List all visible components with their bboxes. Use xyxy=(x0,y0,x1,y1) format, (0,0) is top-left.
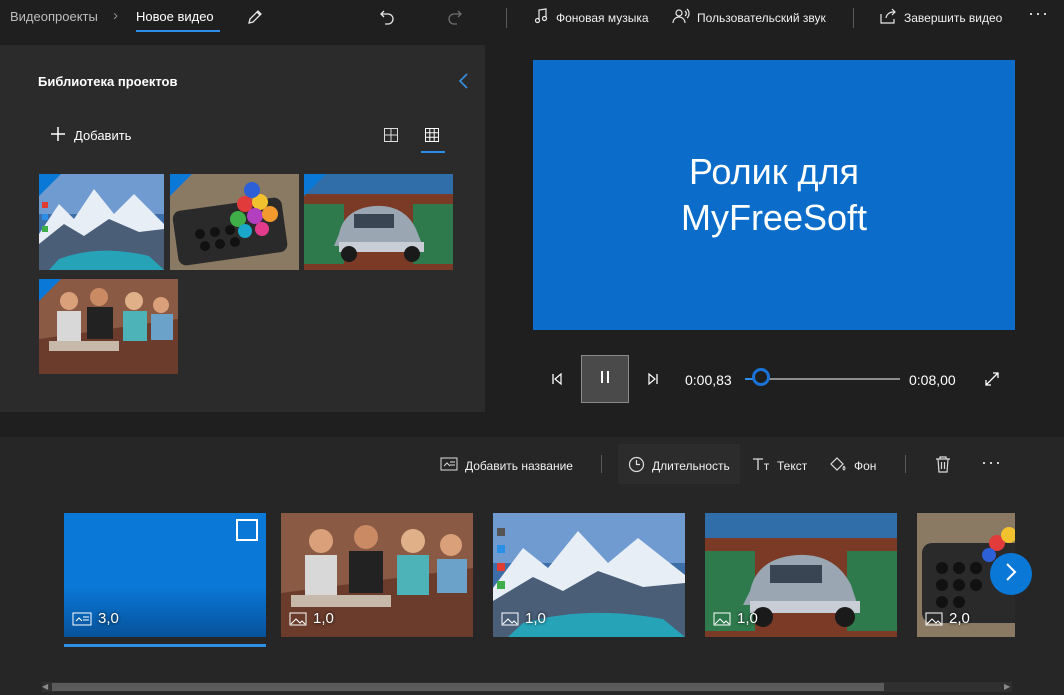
breadcrumb-video-projects[interactable]: Видеопроекты xyxy=(10,9,98,24)
card-duration: 1,0 xyxy=(525,610,546,627)
background-button[interactable]: Фон xyxy=(830,457,876,475)
title-card-icon xyxy=(440,457,458,474)
preview-title-text: Ролик для MyFreeSoft xyxy=(680,151,868,238)
add-title-card-button[interactable]: Добавить название xyxy=(440,457,573,474)
breadcrumb-current-project: Новое видео xyxy=(136,9,214,24)
text-icon xyxy=(752,457,770,474)
toolbar-separator xyxy=(506,8,507,28)
scroll-left-icon[interactable]: ◀ xyxy=(42,682,48,691)
share-icon xyxy=(880,8,897,27)
image-icon xyxy=(289,612,307,626)
duration-label: Длительность xyxy=(652,459,730,473)
total-time: 0:08,00 xyxy=(909,372,956,388)
seek-slider-thumb[interactable] xyxy=(752,368,771,386)
paint-bucket-icon xyxy=(830,457,847,475)
storyboard-card-mountains[interactable]: 1,0 xyxy=(493,513,685,637)
fullscreen-icon[interactable] xyxy=(984,371,1000,392)
breadcrumb-active-underline xyxy=(136,30,220,32)
library-title: Библиотека проектов xyxy=(38,74,178,89)
media-type-corner xyxy=(39,174,61,196)
card-duration: 1,0 xyxy=(313,610,334,627)
current-time: 0:00,83 xyxy=(685,372,732,388)
breadcrumb-chevron-icon: › xyxy=(113,7,118,24)
image-icon xyxy=(925,612,943,626)
plus-icon xyxy=(50,126,66,145)
card-select-checkbox[interactable] xyxy=(236,519,258,541)
media-type-corner xyxy=(170,174,192,196)
play-pause-button[interactable] xyxy=(581,355,629,403)
finish-video-label: Завершить видео xyxy=(904,10,1003,25)
clock-icon xyxy=(628,456,645,476)
video-preview: Ролик для MyFreeSoft xyxy=(533,60,1015,330)
card-duration-badge: 1,0 xyxy=(501,610,546,627)
storyboard-more-icon[interactable]: ··· xyxy=(981,452,1002,473)
library-item-people[interactable] xyxy=(39,279,178,374)
text-label: Текст xyxy=(777,458,808,473)
storyboard-card-old-car[interactable]: 1,0 xyxy=(705,513,897,637)
toolbar-separator xyxy=(601,455,602,473)
media-type-corner xyxy=(39,279,61,301)
scroll-next-button[interactable] xyxy=(990,553,1032,595)
music-note-icon xyxy=(533,8,549,27)
add-media-label: Добавить xyxy=(74,128,132,143)
finish-video-button[interactable]: Завершить видео xyxy=(880,8,1002,27)
add-title-card-label: Добавить название xyxy=(465,458,573,473)
library-item-old-car[interactable] xyxy=(304,174,453,270)
library-item-beads[interactable] xyxy=(170,174,299,270)
custom-audio-button[interactable]: Пользовательский звук xyxy=(672,8,826,27)
person-audio-icon xyxy=(672,8,690,27)
redo-icon[interactable] xyxy=(446,8,464,26)
toolbar-separator xyxy=(853,8,854,28)
card-duration: 1,0 xyxy=(737,610,758,627)
delete-trash-icon[interactable] xyxy=(935,456,951,478)
card-duration-badge: 1,0 xyxy=(713,610,758,627)
text-button[interactable]: Текст xyxy=(752,457,807,474)
small-grid-view-icon[interactable] xyxy=(424,127,440,148)
storyboard-card-title[interactable]: 3,0 xyxy=(64,513,266,637)
chevron-right-icon xyxy=(1004,562,1018,587)
image-icon xyxy=(713,612,731,626)
image-icon xyxy=(501,612,519,626)
media-type-corner xyxy=(304,174,326,196)
background-music-button[interactable]: Фоновая музыка xyxy=(533,8,649,27)
scroll-right-icon[interactable]: ▶ xyxy=(1004,682,1010,691)
background-music-label: Фоновая музыка xyxy=(556,10,649,25)
undo-icon[interactable] xyxy=(378,8,396,26)
selected-card-underline xyxy=(64,644,266,647)
add-media-button[interactable]: Добавить xyxy=(50,126,131,145)
storyboard-card-people[interactable]: 1,0 xyxy=(281,513,473,637)
previous-frame-icon[interactable] xyxy=(550,372,564,391)
pencil-icon[interactable] xyxy=(246,8,264,26)
background-label: Фон xyxy=(854,459,877,473)
custom-audio-label: Пользовательский звук xyxy=(697,10,826,25)
storyboard-scroll-thumb[interactable] xyxy=(52,683,884,691)
next-frame-icon[interactable] xyxy=(646,372,660,391)
card-duration: 3,0 xyxy=(98,610,119,627)
card-duration-badge: 1,0 xyxy=(289,610,334,627)
card-duration: 2,0 xyxy=(949,610,970,627)
pause-icon xyxy=(599,370,611,389)
duration-button[interactable]: Длительность xyxy=(628,456,730,476)
collapse-chevron-icon[interactable] xyxy=(456,72,470,95)
large-grid-view-icon[interactable] xyxy=(383,127,399,148)
title-card-icon xyxy=(72,612,92,626)
library-item-mountains[interactable] xyxy=(39,174,164,270)
card-duration-badge: 3,0 xyxy=(72,610,119,627)
more-options-icon[interactable]: ··· xyxy=(1028,3,1049,24)
view-toggle-active-underline xyxy=(421,151,445,153)
toolbar-separator xyxy=(905,455,906,473)
card-duration-badge: 2,0 xyxy=(925,610,970,627)
